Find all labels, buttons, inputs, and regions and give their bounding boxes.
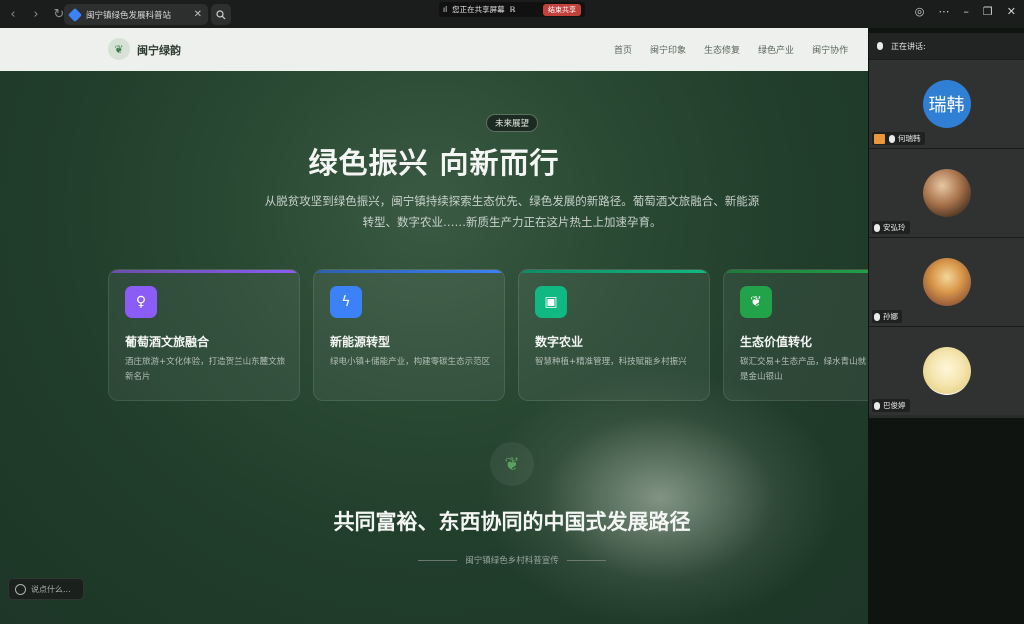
avatar: [922, 169, 971, 217]
microphone-icon: [874, 312, 880, 321]
tab-close-icon[interactable]: ✕: [194, 9, 202, 20]
participant-name: 孙娜: [883, 312, 898, 321]
search-icon: [216, 9, 226, 19]
participant-label: 巴俊婷: [872, 399, 910, 412]
nav-cooperation[interactable]: 闽宁协作: [812, 43, 848, 56]
leaf-divider-icon: ❦: [490, 442, 534, 486]
back-icon[interactable]: ‹: [3, 4, 23, 24]
participant-tile[interactable]: 瑞韩 何瑞韩: [869, 59, 1024, 148]
emoji-icon[interactable]: [15, 583, 26, 595]
stop-share-button[interactable]: 结束共享: [543, 3, 581, 16]
chat-input[interactable]: 说点什么...: [8, 578, 84, 600]
restore-icon[interactable]: ❐: [983, 5, 993, 18]
browser-tab[interactable]: 闽宁镇绿色发展科普站 ✕: [64, 4, 208, 25]
card-title: 新能源转型: [330, 335, 391, 349]
microphone-icon: [889, 134, 895, 143]
participant-name: 何瑞韩: [898, 134, 921, 143]
section-caption: 闽宁镇绿色乡村科普宣传: [418, 554, 607, 566]
participant-name: 安弘玲: [883, 223, 906, 232]
divider-line: [566, 559, 607, 561]
card-accent-bar: [314, 270, 504, 273]
browser-toolbar: ‹ › ↻ 闽宁镇绿色发展科普站 ✕ ıl 您正在共享屏幕 ℝ 结束共享 ◎ ⋯…: [0, 0, 1024, 28]
participant-label: 何瑞韩: [872, 132, 925, 145]
microphone-icon: [877, 42, 883, 50]
avatar: 瑞韩: [922, 80, 971, 128]
card-accent-bar: [724, 270, 868, 273]
window-controls: ◎ ⋯ – ❐ ✕: [915, 5, 1016, 18]
chip-icon: ▣: [535, 286, 567, 318]
nav-impression[interactable]: 闽宁印象: [650, 43, 686, 56]
nav-industry[interactable]: 绿色产业: [758, 43, 794, 56]
leaf-logo-icon[interactable]: ❦: [108, 38, 130, 60]
card-accent-bar: [519, 270, 709, 273]
card-description: 绿电小镇+储能产业，构建零碳生态示范区: [330, 357, 491, 367]
site-logo-text[interactable]: 闽宁绿韵: [137, 42, 181, 58]
leaf-icon: ❦: [740, 286, 772, 318]
card-description: 酒庄旅游+文化体验，打造贺兰山东麓文旅新名片: [125, 357, 286, 382]
hero-description: 从脱贫攻坚到绿色振兴，闽宁镇持续探索生态优先、绿色发展的新路径。葡萄酒文旅融合、…: [264, 194, 760, 229]
section-badge: 未来展望: [486, 114, 538, 132]
tab-title: 闽宁镇绿色发展科普站: [86, 10, 172, 21]
more-icon[interactable]: ⋯: [938, 5, 949, 18]
close-window-icon[interactable]: ✕: [1007, 5, 1016, 18]
forward-icon[interactable]: ›: [26, 4, 46, 24]
participant-tile[interactable]: 巴俊婷: [869, 326, 1024, 415]
card-accent-bar: [109, 270, 299, 273]
speaking-label: 正在讲话:: [891, 41, 926, 51]
participant-label: 安弘玲: [872, 221, 910, 234]
microphone-icon: [874, 223, 880, 232]
participants-panel: 正在讲话: 瑞韩 何瑞韩 安弘玲 孙娜 巴俊婷: [869, 33, 1024, 418]
microphone-icon: [874, 401, 880, 410]
feature-card-digital[interactable]: ▣ 数字农业 智慧种植+精准管理，科技赋能乡村振兴: [518, 269, 710, 401]
caption-text: 闽宁镇绿色乡村科普宣传: [465, 556, 559, 566]
site-nav: 首页 闽宁印象 生态修复 绿色产业 闽宁协作: [614, 43, 848, 56]
nav-ecology[interactable]: 生态修复: [704, 43, 740, 56]
screen-share-bar: ıl 您正在共享屏幕 ℝ 结束共享: [439, 2, 585, 17]
card-description: 智慧种植+精准管理，科技赋能乡村振兴: [535, 357, 687, 367]
avatar: [922, 347, 971, 395]
share-status-text: 您正在共享屏幕: [452, 5, 505, 14]
app-logo-icon: ℝ: [509, 5, 516, 14]
nav-home[interactable]: 首页: [614, 43, 632, 56]
lightning-icon: ϟ: [330, 286, 362, 318]
speaker-icon: [874, 133, 885, 144]
card-title: 数字农业: [535, 335, 584, 349]
background-glow: [480, 368, 840, 624]
participant-label: 孙娜: [872, 310, 902, 323]
signal-icon: ıl: [443, 5, 448, 14]
speaking-header: 正在讲话:: [869, 33, 1024, 59]
participant-tile[interactable]: 安弘玲: [869, 148, 1024, 237]
globe-icon[interactable]: ◎: [915, 5, 925, 18]
feature-card-energy[interactable]: ϟ 新能源转型 绿电小镇+储能产业，构建零碳生态示范区: [313, 269, 505, 401]
participant-name: 巴俊婷: [883, 401, 906, 410]
participant-tile[interactable]: 孙娜: [869, 237, 1024, 326]
wine-glass-icon: ♀: [125, 286, 157, 318]
divider-line: [418, 559, 458, 561]
tab-favicon-icon: [67, 7, 83, 22]
hero-title: 绿色振兴 向新而行: [308, 146, 560, 180]
card-title: 葡萄酒文旅融合: [125, 335, 210, 349]
feature-card-ecology[interactable]: ❦ 生态价值转化 碳汇交易+生态产品，绿水青山就是金山银山: [723, 269, 868, 401]
site-header: ❦ 闽宁绿韵 首页 闽宁印象 生态修复 绿色产业 闽宁协作: [0, 28, 868, 71]
tab-search-button[interactable]: [211, 4, 231, 25]
website: ❦ 闽宁绿韵 首页 闽宁印象 生态修复 绿色产业 闽宁协作 未来展望 绿色振兴 …: [0, 28, 868, 624]
avatar: [922, 258, 971, 306]
chat-placeholder: 说点什么...: [31, 584, 71, 594]
card-description: 碳汇交易+生态产品，绿水青山就是金山银山: [740, 357, 867, 382]
minimize-icon[interactable]: –: [963, 5, 969, 18]
section-subtitle: 共同富裕、东西协同的中国式发展路径: [333, 510, 691, 534]
card-title: 生态价值转化: [740, 335, 813, 349]
feature-card-wine[interactable]: ♀ 葡萄酒文旅融合 酒庄旅游+文化体验，打造贺兰山东麓文旅新名片: [108, 269, 300, 401]
